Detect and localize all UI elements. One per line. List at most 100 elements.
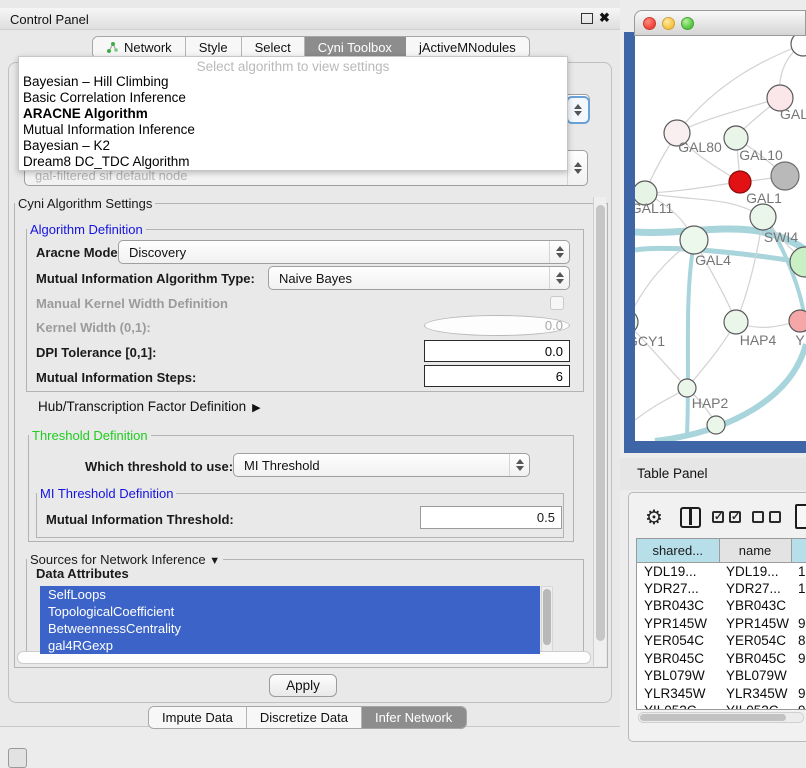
scrollbar-thumb[interactable] — [640, 714, 786, 721]
dropdown-item-basic-correlation-inference[interactable]: Basic Correlation Inference — [19, 90, 567, 106]
column-layout-icon[interactable] — [680, 507, 701, 528]
table-row[interactable]: YDR27...YDR27...12 — [637, 580, 806, 598]
checkbox-checked-icon[interactable]: ✓ — [712, 511, 724, 523]
network-canvas[interactable]: GALGAL80GAL10GAL1GAL11SWI4GAL4GCY1HAP4YH… — [635, 36, 806, 441]
tab-cyni-toolbox[interactable]: Cyni Toolbox — [305, 37, 406, 58]
docked-panel-icon[interactable] — [8, 748, 27, 768]
column-header-name[interactable]: name — [719, 539, 791, 562]
aracne-mode-combo[interactable]: Discovery — [118, 240, 570, 264]
dropdown-item-dream8-dc-tdc-algorithm[interactable]: Dream8 DC_TDC Algorithm — [19, 154, 567, 170]
table-row[interactable]: YBR045CYBR045C9. — [637, 650, 806, 668]
attribute-item-gal4rgexp[interactable]: gal4RGexp — [40, 637, 540, 654]
screen: { "icons": { "close": "✖", "check": "✓",… — [0, 0, 806, 762]
mi-threshold-label: Mutual Information Threshold: — [46, 512, 234, 527]
attribute-item-betweennesscentrality[interactable]: BetweennessCentrality — [40, 620, 540, 637]
collapse-down-icon[interactable]: ▼ — [209, 555, 220, 567]
table-cell: YER054C — [637, 632, 719, 650]
network-node-gal4[interactable] — [680, 226, 708, 254]
tab-label: jActiveMNodules — [419, 40, 516, 55]
bottom-tab-infer-network[interactable]: Infer Network — [362, 707, 466, 728]
control-panel-titlebar[interactable] — [0, 8, 620, 30]
column-header-shared[interactable]: shared... — [637, 539, 719, 562]
dropdown-item-bayesian-k2[interactable]: Bayesian – K2 — [19, 138, 567, 154]
close-traffic-light-icon[interactable] — [643, 17, 656, 30]
data-attributes-label: Data Attributes — [36, 566, 129, 581]
tab-select[interactable]: Select — [242, 37, 305, 58]
apply-button[interactable]: Apply — [269, 674, 337, 697]
table-row[interactable]: YBR043CYBR043C — [637, 597, 806, 615]
dropdown-item-aracne-algorithm[interactable]: ARACNE Algorithm — [19, 106, 567, 122]
node-label-y: Y — [795, 332, 805, 348]
tab-style[interactable]: Style — [186, 37, 242, 58]
network-node-y[interactable] — [789, 310, 806, 332]
dropdown-item-mutual-information-inference[interactable]: Mutual Information Inference — [19, 122, 567, 138]
network-node-gcy1[interactable] — [635, 310, 638, 334]
table-horizontal-scrollbar[interactable] — [638, 712, 804, 723]
table-cell: 13 — [791, 562, 806, 580]
gear-icon[interactable]: ⚙ — [645, 505, 663, 530]
mi-threshold-field[interactable]: 0.5 — [420, 506, 562, 529]
scrollbar-thumb[interactable] — [596, 205, 605, 641]
float-window-icon[interactable] — [581, 13, 593, 24]
combo-spinner[interactable] — [509, 454, 529, 476]
bottom-tab-discretize-data[interactable]: Discretize Data — [247, 707, 362, 728]
table-cell: 9. — [791, 650, 806, 668]
mi-steps-field[interactable]: 6 — [424, 365, 570, 387]
bottom-tab-impute-data[interactable]: Impute Data — [149, 707, 247, 728]
combo-spinner[interactable] — [567, 151, 587, 185]
manual-kernel-checkbox[interactable] — [550, 296, 564, 310]
network-window-titlebar[interactable] — [634, 10, 806, 36]
combo-spinner-focused[interactable] — [566, 96, 590, 124]
attribute-item-topologicalcoefficient[interactable]: TopologicalCoefficient — [40, 603, 540, 620]
combo-spinner[interactable] — [549, 267, 569, 289]
which-threshold-value: MI Threshold — [234, 458, 509, 473]
table-row[interactable]: YER054CYER054C8. — [637, 632, 806, 650]
table-row[interactable]: YBL079WYBL079W — [637, 667, 806, 685]
dropdown-prompt: Select algorithm to view settings — [19, 57, 567, 74]
table-row[interactable]: YLR345WYLR345W9. — [637, 685, 806, 703]
checkbox-checked-icon[interactable]: ✓ — [729, 511, 741, 523]
network-node-swi4[interactable] — [750, 204, 776, 230]
dpi-tolerance-field[interactable]: 0.0 — [424, 340, 570, 362]
table-cell: YPR145W — [637, 615, 719, 633]
kernel-width-field[interactable]: 0.0 — [424, 315, 570, 336]
table-cell: YBR045C — [719, 650, 791, 668]
mi-type-combo[interactable]: Naive Bayes — [268, 266, 570, 290]
tab-label: Cyni Toolbox — [318, 40, 392, 55]
table-cell: YDR27... — [637, 580, 719, 598]
mi-steps-label: Mutual Information Steps: — [36, 370, 196, 385]
table-row[interactable]: YIL052CYIL052C9 — [637, 702, 806, 710]
sources-title: Sources for Network Inference ▼ — [27, 552, 223, 567]
attributes-scrollbar[interactable] — [541, 586, 553, 654]
document-icon[interactable] — [795, 504, 806, 529]
settings-vertical-scrollbar[interactable] — [593, 197, 606, 666]
table-cell: YIL052C — [637, 702, 719, 710]
hub-definition-expander[interactable]: Hub/Transcription Factor Definition▶ — [38, 399, 261, 414]
tab-label: Impute Data — [162, 710, 233, 725]
scrollbar-thumb[interactable] — [543, 589, 551, 645]
network-node-hap4[interactable] — [724, 310, 748, 334]
table-cell — [791, 597, 806, 615]
close-icon[interactable]: ✖ — [599, 10, 610, 26]
minimize-traffic-light-icon[interactable] — [662, 17, 675, 30]
attribute-item-selfloops[interactable]: SelfLoops — [40, 586, 540, 603]
table-cell: 9 — [791, 702, 806, 710]
node-table[interactable]: shared...nameA YDL19...YDL19...13YDR27..… — [636, 538, 806, 710]
threshold-definition-title: Threshold Definition — [29, 428, 151, 443]
which-threshold-combo[interactable]: MI Threshold — [233, 453, 530, 477]
table-row[interactable]: YDL19...YDL19...13 — [637, 562, 806, 580]
column-header-a[interactable]: A — [791, 539, 806, 562]
control-panel-title: Control Panel — [10, 12, 89, 27]
combo-spinner[interactable] — [549, 241, 569, 263]
table-cell — [791, 667, 806, 685]
network-node[interactable] — [771, 162, 799, 190]
checkbox-unchecked-icon[interactable] — [769, 511, 781, 523]
table-row[interactable]: YPR145WYPR145W9. — [637, 615, 806, 633]
checkbox-unchecked-icon[interactable] — [752, 511, 764, 523]
tab-network[interactable]: Network — [93, 37, 186, 58]
tab-jactivemnodules[interactable]: jActiveMNodules — [406, 37, 529, 58]
tab-label: Discretize Data — [260, 710, 348, 725]
dropdown-item-bayesian-hill-climbing[interactable]: Bayesian – Hill Climbing — [19, 74, 567, 90]
zoom-traffic-light-icon[interactable] — [681, 17, 694, 30]
network-node[interactable] — [707, 416, 725, 434]
